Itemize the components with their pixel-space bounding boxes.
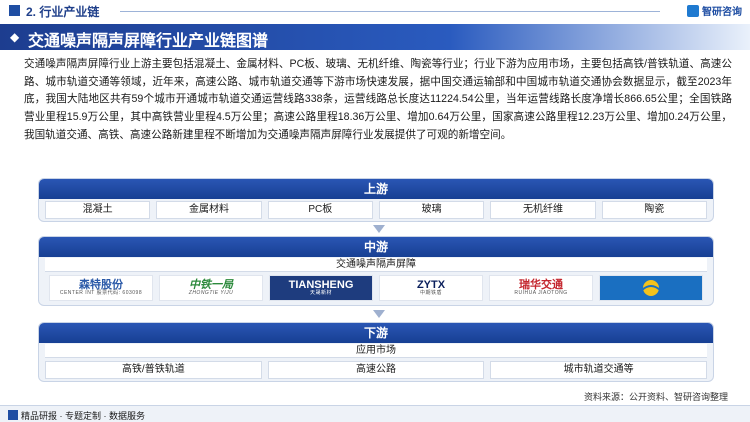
downstream-header: 下游 (39, 323, 713, 343)
divider (120, 11, 660, 12)
logo-subtext: RUIHUA JIAOTONG (514, 290, 568, 297)
midstream-panel: 中游 交通噪声隔声屏障 森特股份 CENTER INT 股票代码: 603098 … (38, 236, 714, 306)
section-square-icon (9, 5, 20, 16)
page-title: 交通噪声隔声屏障行业产业链图谱 (28, 33, 269, 50)
midstream-header: 中游 (39, 237, 713, 257)
footer-logo-icon (8, 410, 18, 420)
downstream-panel: 下游 应用市场 高铁/普铁轨道 高速公路 城市轨道交通等 (38, 322, 714, 382)
downstream-subheader: 应用市场 (45, 344, 707, 358)
footer-text: 精品研报 · 专题定制 · 数据服务 (21, 411, 145, 421)
footer-links: 精品研报 · 专题定制 · 数据服务 (8, 409, 145, 422)
upstream-item: 混凝土 (45, 201, 151, 219)
top-bar: 2. 行业产业链 智研咨询 (0, 0, 750, 22)
brand-logo: 智研咨询 (687, 3, 742, 18)
upstream-item: PC板 (267, 201, 373, 219)
down-arrow-icon (373, 225, 385, 233)
intro-paragraph: 交通噪声隔声屏障行业上游主要包括混凝土、金属材料、PC板、玻璃、无机纤维、陶瓷等… (24, 58, 732, 141)
downstream-item: 高铁/普铁轨道 (45, 361, 262, 379)
logo-zhongtie: 中铁一局 ZHONGTIE YIJU (159, 275, 263, 301)
logo-subtext: CENTER INT 股票代码: 603098 (59, 290, 143, 297)
section-label: 2. 行业产业链 (26, 5, 100, 19)
upstream-item: 陶瓷 (601, 201, 707, 219)
downstream-items: 高铁/普铁轨道 高速公路 城市轨道交通等 (45, 361, 708, 379)
logo-zytx: ZYTX 中期铁盾 (379, 275, 483, 301)
upstream-item: 玻璃 (378, 201, 485, 219)
downstream-item: 高速公路 (267, 361, 485, 379)
logo-ruihua: 瑞华交通 RUIHUA JIAOTONG (489, 275, 593, 301)
source-note: 资料来源：公开资料、智研咨询整理 (583, 392, 728, 402)
footer-bar: 精品研报 · 专题定制 · 数据服务 (0, 405, 750, 422)
emblem-icon (641, 280, 661, 296)
logo-emblem (599, 275, 703, 301)
title-bar: ◆ 交通噪声隔声屏障行业产业链图谱 (0, 24, 750, 50)
upstream-items: 混凝土 金属材料 PC板 玻璃 无机纤维 陶瓷 (45, 201, 707, 219)
downstream-item: 城市轨道交通等 (490, 361, 708, 379)
down-arrow-icon (373, 310, 385, 318)
logo-subtext: ZHONGTIE YIJU (188, 290, 234, 297)
upstream-item: 无机纤维 (490, 201, 596, 219)
logo-sente: 森特股份 CENTER INT 股票代码: 603098 (49, 275, 153, 301)
logo-tiansheng: TIANSHENG 天晟新材 (269, 275, 373, 301)
upstream-item: 金属材料 (156, 201, 262, 219)
upstream-header: 上游 (39, 179, 713, 199)
logo-subtext: 天晟新材 (309, 290, 332, 297)
brand-name: 智研咨询 (702, 7, 742, 18)
brand-mark-icon (687, 5, 699, 17)
midstream-subheader: 交通噪声隔声屏障 (45, 258, 707, 272)
upstream-panel: 上游 混凝土 金属材料 PC板 玻璃 无机纤维 陶瓷 (38, 178, 714, 222)
diamond-icon: ◆ (10, 30, 20, 44)
company-logos: 森特股份 CENTER INT 股票代码: 603098 中铁一局 ZHONGTIE… (49, 275, 703, 303)
logo-subtext: 中期铁盾 (419, 290, 442, 297)
